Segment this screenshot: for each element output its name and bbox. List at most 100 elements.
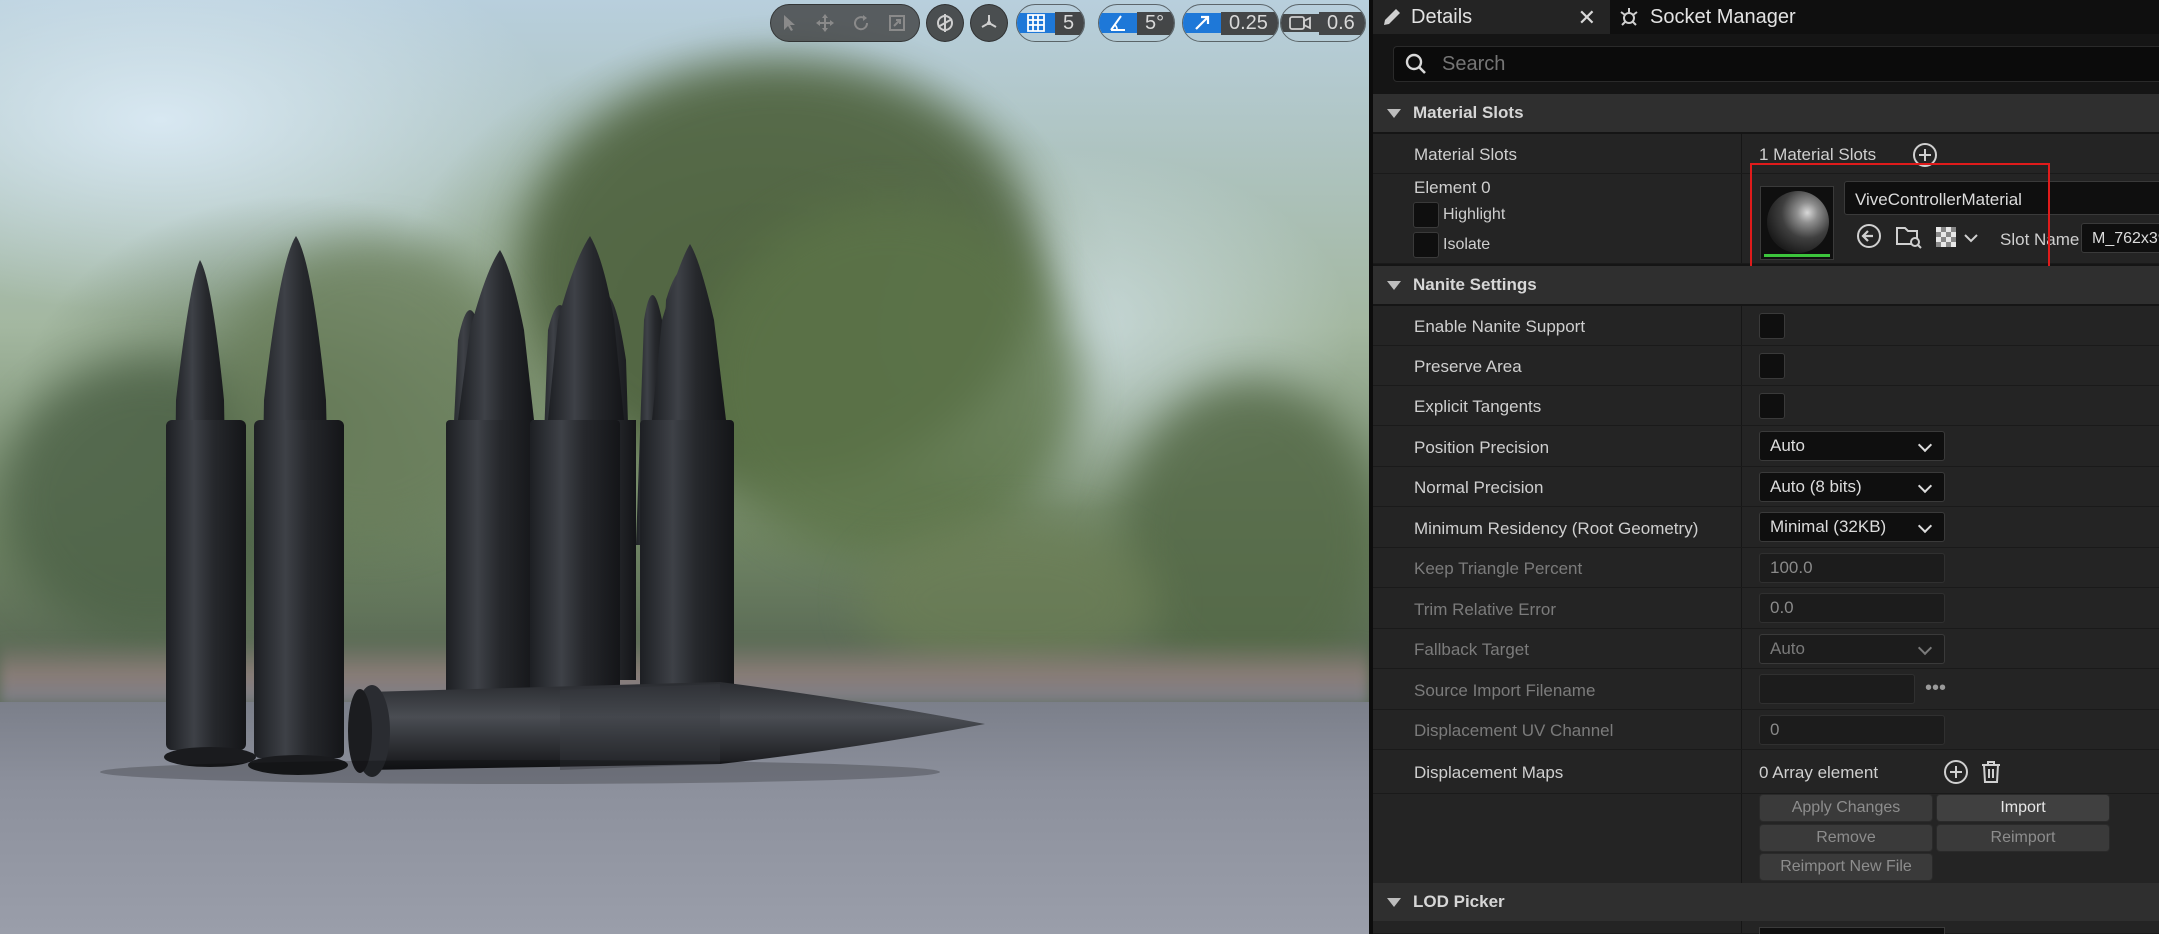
category-title: Nanite Settings — [1413, 275, 1537, 294]
keep-triangle-value: 100.0 — [1770, 558, 1813, 577]
position-precision-label: Position Precision — [1414, 438, 1550, 457]
fallback-target-label: Fallback Target — [1414, 640, 1529, 659]
level-viewport[interactable]: 5 5° 0.25 0.6 — [0, 0, 1369, 934]
row-displacement-uv: Displacement UV Channel 0 — [1373, 710, 2159, 750]
category-title: LOD Picker — [1413, 892, 1505, 911]
expand-triangle-icon — [1387, 280, 1401, 290]
source-import-field[interactable] — [1759, 674, 1915, 704]
category-lod-picker[interactable]: LOD Picker — [1373, 883, 2159, 921]
row-displacement-maps: Displacement Maps 0 Array element — [1373, 750, 2159, 794]
chevron-down-icon — [1917, 518, 1933, 534]
enable-nanite-label: Enable Nanite Support — [1414, 317, 1586, 336]
material-slots-count: 1 Material Slots — [1759, 145, 1877, 164]
displacement-maps-label: Displacement Maps — [1414, 763, 1564, 782]
row-enable-nanite: Enable Nanite Support — [1373, 306, 2159, 346]
isolate-checkbox[interactable] — [1413, 232, 1439, 258]
ellipsis-icon[interactable]: ••• — [1925, 677, 1946, 700]
angle-icon[interactable] — [1099, 13, 1137, 33]
camera-speed-value[interactable]: 0.6 — [1319, 11, 1365, 35]
scale-snap-control[interactable]: 0.25 — [1182, 4, 1279, 42]
scale-tool-button[interactable] — [879, 5, 915, 41]
element-label: Element 0 — [1414, 178, 1491, 197]
displacement-uv-field[interactable]: 0 — [1759, 715, 1945, 745]
row-explicit-tangents: Explicit Tangents — [1373, 386, 2159, 426]
row-fallback-target: Fallback Target Auto — [1373, 629, 2159, 669]
scale-arrow-icon[interactable] — [1183, 13, 1221, 33]
panel-tab-bar: Details ✕ Socket Manager — [1373, 0, 2159, 34]
material-slots-label: Material Slots — [1414, 145, 1517, 164]
camera-icon[interactable] — [1281, 14, 1319, 32]
position-precision-dropdown[interactable]: Auto — [1759, 431, 1945, 461]
close-tab-icon[interactable]: ✕ — [1578, 5, 1596, 31]
select-tool-button[interactable] — [771, 5, 807, 41]
rotation-snap-control[interactable]: 5° — [1098, 4, 1176, 42]
local-world-toggle-button[interactable] — [970, 4, 1008, 42]
slot-name-value: M_762x39 — [2092, 230, 2159, 247]
row-trim-error: Trim Relative Error 0.0 — [1373, 588, 2159, 629]
chevron-down-icon — [1917, 478, 1933, 494]
isolate-label: Isolate — [1443, 236, 1491, 253]
row-position-precision: Position Precision Auto — [1373, 426, 2159, 467]
preserve-area-label: Preserve Area — [1414, 357, 1522, 376]
min-residency-dropdown[interactable]: Minimal (32KB) — [1759, 512, 1945, 542]
search-box[interactable] — [1393, 46, 2159, 82]
reimport-new-file-button[interactable]: Reimport New File — [1759, 853, 1933, 881]
explicit-tangents-checkbox[interactable] — [1759, 393, 1785, 419]
fallback-target-dropdown[interactable]: Auto — [1759, 634, 1945, 664]
displacement-uv-value: 0 — [1770, 720, 1780, 739]
displacement-maps-count: 0 Array element — [1759, 763, 1879, 782]
scale-snap-value[interactable]: 0.25 — [1221, 11, 1278, 35]
enable-nanite-checkbox[interactable] — [1759, 313, 1785, 339]
row-normal-precision: Normal Precision Auto (8 bits) — [1373, 467, 2159, 507]
tab-socket-manager[interactable]: Socket Manager — [1614, 0, 1914, 34]
normal-precision-dropdown[interactable]: Auto (8 bits) — [1759, 472, 1945, 502]
grid-icon[interactable] — [1017, 13, 1055, 33]
tab-socket-manager-label: Socket Manager — [1650, 5, 1796, 28]
chevron-down-icon — [1917, 640, 1933, 656]
search-input[interactable] — [1442, 52, 2142, 76]
trim-error-value: 0.0 — [1770, 598, 1794, 617]
rotate-tool-button[interactable] — [843, 5, 879, 41]
keep-triangle-label: Keep Triangle Percent — [1414, 559, 1583, 578]
transform-tools-group — [770, 4, 920, 42]
add-element-icon[interactable] — [1943, 759, 1969, 790]
reimport-button[interactable]: Reimport — [1936, 824, 2110, 852]
remove-button[interactable]: Remove — [1759, 824, 1933, 852]
trash-icon[interactable] — [1979, 759, 2003, 790]
grid-snap-control[interactable]: 5 — [1016, 4, 1086, 42]
keep-triangle-field[interactable]: 100.0 — [1759, 553, 1945, 583]
camera-speed-control[interactable]: 0.6 — [1280, 4, 1366, 42]
row-source-import: Source Import Filename ••• — [1373, 669, 2159, 710]
highlight-checkbox[interactable] — [1413, 202, 1439, 228]
row-keep-triangle: Keep Triangle Percent 100.0 — [1373, 548, 2159, 588]
normal-precision-value: Auto (8 bits) — [1770, 477, 1862, 496]
row-lod-partial — [1373, 921, 2159, 934]
apply-changes-button[interactable]: Apply Changes — [1759, 794, 1933, 822]
row-preserve-area: Preserve Area — [1373, 346, 2159, 386]
chevron-down-icon — [1917, 437, 1933, 453]
import-button[interactable]: Import — [1936, 794, 2110, 822]
row-import-actions: Apply Changes Import Remove Reimport Rei… — [1373, 794, 2159, 886]
displacement-uv-label: Displacement UV Channel — [1414, 721, 1614, 740]
tab-details-label: Details — [1411, 5, 1473, 28]
search-icon — [1404, 52, 1428, 76]
preserve-area-checkbox[interactable] — [1759, 353, 1785, 379]
bullet-meshes — [100, 236, 985, 784]
tab-details[interactable]: Details ✕ — [1373, 0, 1610, 34]
rotation-snap-value[interactable]: 5° — [1137, 11, 1175, 35]
move-tool-button[interactable] — [807, 5, 843, 41]
pencil-icon — [1381, 6, 1403, 28]
normal-precision-label: Normal Precision — [1414, 478, 1544, 497]
category-material-slots[interactable]: Material Slots — [1373, 94, 2159, 132]
slot-name-field[interactable]: M_762x39 — [2081, 223, 2159, 253]
details-panel: Details ✕ Socket Manager Material Slots … — [1369, 0, 2159, 934]
min-residency-label: Minimum Residency (Root Geometry) — [1414, 519, 1699, 538]
source-import-label: Source Import Filename — [1414, 681, 1596, 700]
row-minimum-residency: Minimum Residency (Root Geometry) Minima… — [1373, 507, 2159, 548]
fallback-target-value: Auto — [1770, 639, 1805, 658]
trim-error-field[interactable]: 0.0 — [1759, 593, 1945, 623]
category-nanite-settings[interactable]: Nanite Settings — [1373, 266, 2159, 304]
socket-icon — [1618, 6, 1640, 28]
surface-snapping-button[interactable] — [926, 4, 964, 42]
grid-snap-value[interactable]: 5 — [1055, 11, 1085, 35]
